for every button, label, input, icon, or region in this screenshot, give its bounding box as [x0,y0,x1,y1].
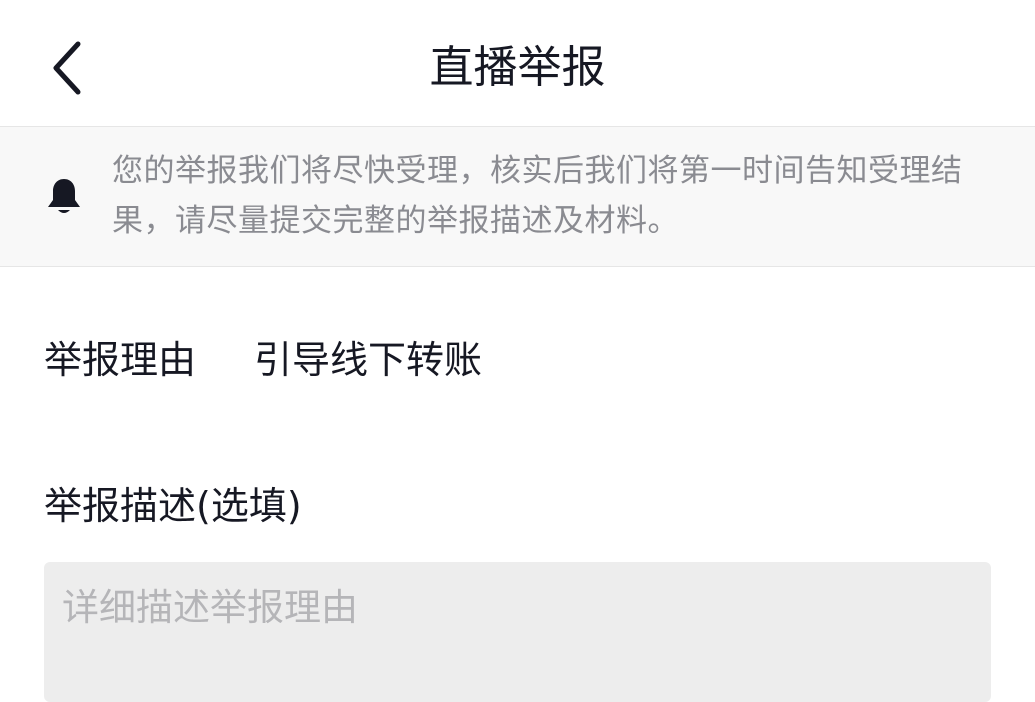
page-title: 直播举报 [429,42,606,93]
report-reason-row[interactable]: 举报理由 引导线下转账 [44,330,994,390]
report-description-input[interactable] [44,562,991,702]
bell-icon [48,179,80,213]
report-reason-label: 举报理由 [44,338,197,382]
nav-bar: 直播举报 [0,0,1035,127]
report-reason-value[interactable]: 引导线下转账 [254,330,482,390]
notice-text: 您的举报我们将尽快受理，核实后我们将第一时间告知受理结果，请尽量提交完整的举报描… [112,153,963,239]
report-description-label: 举报描述(选填) [44,484,302,528]
